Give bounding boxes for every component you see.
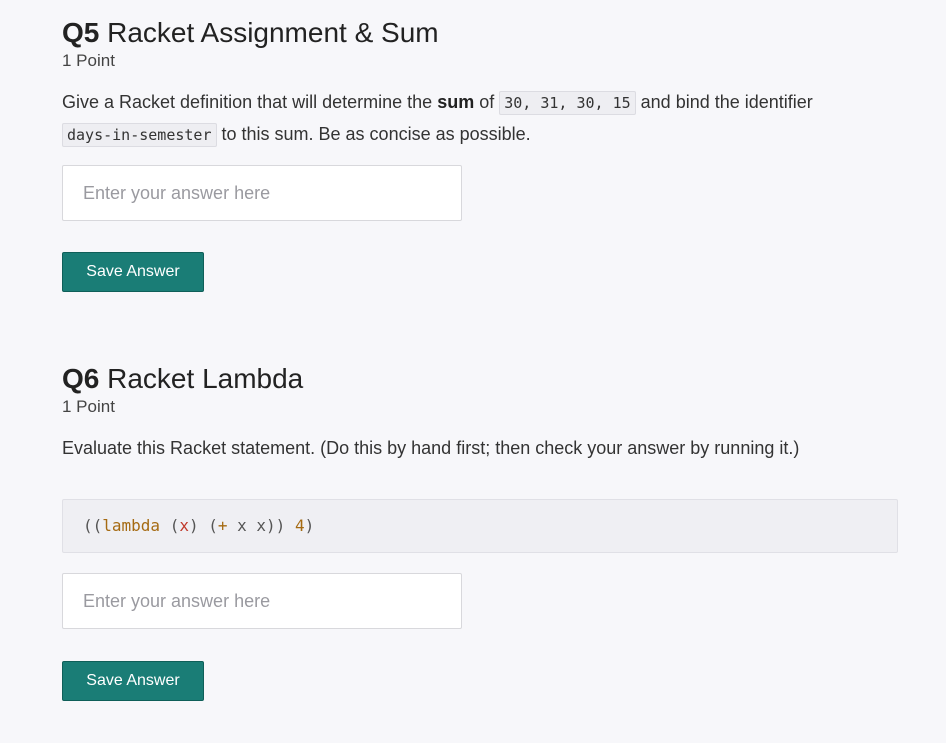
answer-input-q5[interactable] xyxy=(62,165,462,221)
code-token: ( xyxy=(160,516,180,535)
code-block: ((lambda (x) (+ x x)) 4) xyxy=(62,499,898,553)
question-prompt: Evaluate this Racket statement. (Do this… xyxy=(62,438,800,458)
code-token: x x)) xyxy=(227,516,295,535)
code-token: ) ( xyxy=(188,516,218,535)
prompt-bold-text: sum xyxy=(437,92,475,112)
question-title: Q5 Racket Assignment & Sum xyxy=(62,15,902,51)
question-number: Q5 xyxy=(62,17,100,48)
code-operator: + xyxy=(217,516,228,535)
question-prompt: Give a Racket definition that will deter… xyxy=(62,87,902,151)
question-points: 1 Point xyxy=(62,51,115,70)
code-number: 4 xyxy=(294,516,305,535)
question-q5: Q5 Racket Assignment & Sum 1 Point Give … xyxy=(62,15,902,292)
prompt-text: of xyxy=(474,92,500,112)
question-points: 1 Point xyxy=(62,397,115,416)
code-variable: x xyxy=(179,516,189,535)
inline-code-identifier: days-in-semester xyxy=(62,123,217,147)
question-title: Q6 Racket Lambda xyxy=(62,361,902,397)
save-answer-button-q5[interactable]: Save Answer xyxy=(62,252,204,292)
prompt-text: and bind the identifier xyxy=(635,92,813,112)
code-keyword: lambda xyxy=(102,516,161,535)
question-number: Q6 xyxy=(62,363,100,394)
question-q6: Q6 Racket Lambda 1 Point Evaluate this R… xyxy=(62,361,902,701)
save-answer-button-q6[interactable]: Save Answer xyxy=(62,661,204,701)
inline-code-values: 30, 31, 30, 15 xyxy=(499,91,636,115)
answer-input-q6[interactable] xyxy=(62,573,462,629)
question-title-text: Racket Lambda xyxy=(107,363,304,394)
prompt-text: to this sum. Be as concise as possible. xyxy=(216,124,531,144)
code-token: (( xyxy=(83,516,103,535)
question-title-text: Racket Assignment & Sum xyxy=(107,17,439,48)
prompt-text: Give a Racket definition that will deter… xyxy=(62,92,438,112)
code-token: ) xyxy=(304,516,315,535)
